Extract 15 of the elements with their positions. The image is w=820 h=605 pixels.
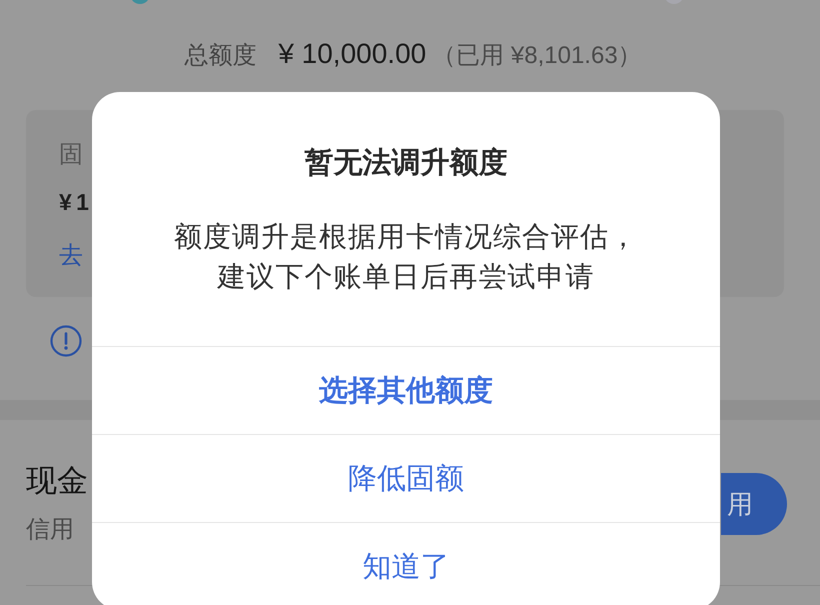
info-icon	[50, 325, 82, 357]
total-label: 总额度	[184, 41, 256, 71]
card-link[interactable]: 去	[59, 241, 83, 271]
card-amount: ¥ 1	[59, 188, 88, 217]
used-amount: （已用 ¥8,101.63）	[432, 41, 642, 71]
dialog-title: 暂无法调升额度	[304, 146, 508, 181]
total-amount: ¥ 10,000.00	[278, 37, 426, 71]
card-label: 固	[59, 140, 83, 170]
dialog-action-button[interactable]: 知道了	[92, 522, 720, 605]
dialog-action-button[interactable]: 降低固额	[92, 434, 720, 522]
dialog-action-button[interactable]: 选择其他额度	[92, 346, 720, 434]
dialog-message: 额度调升是根据用卡情况综合评估，建议下个账单日后再尝试申请	[173, 220, 639, 294]
section-title: 现金	[26, 462, 88, 500]
section-subtitle: 信用	[26, 515, 74, 545]
use-button[interactable]: 用	[721, 473, 787, 535]
